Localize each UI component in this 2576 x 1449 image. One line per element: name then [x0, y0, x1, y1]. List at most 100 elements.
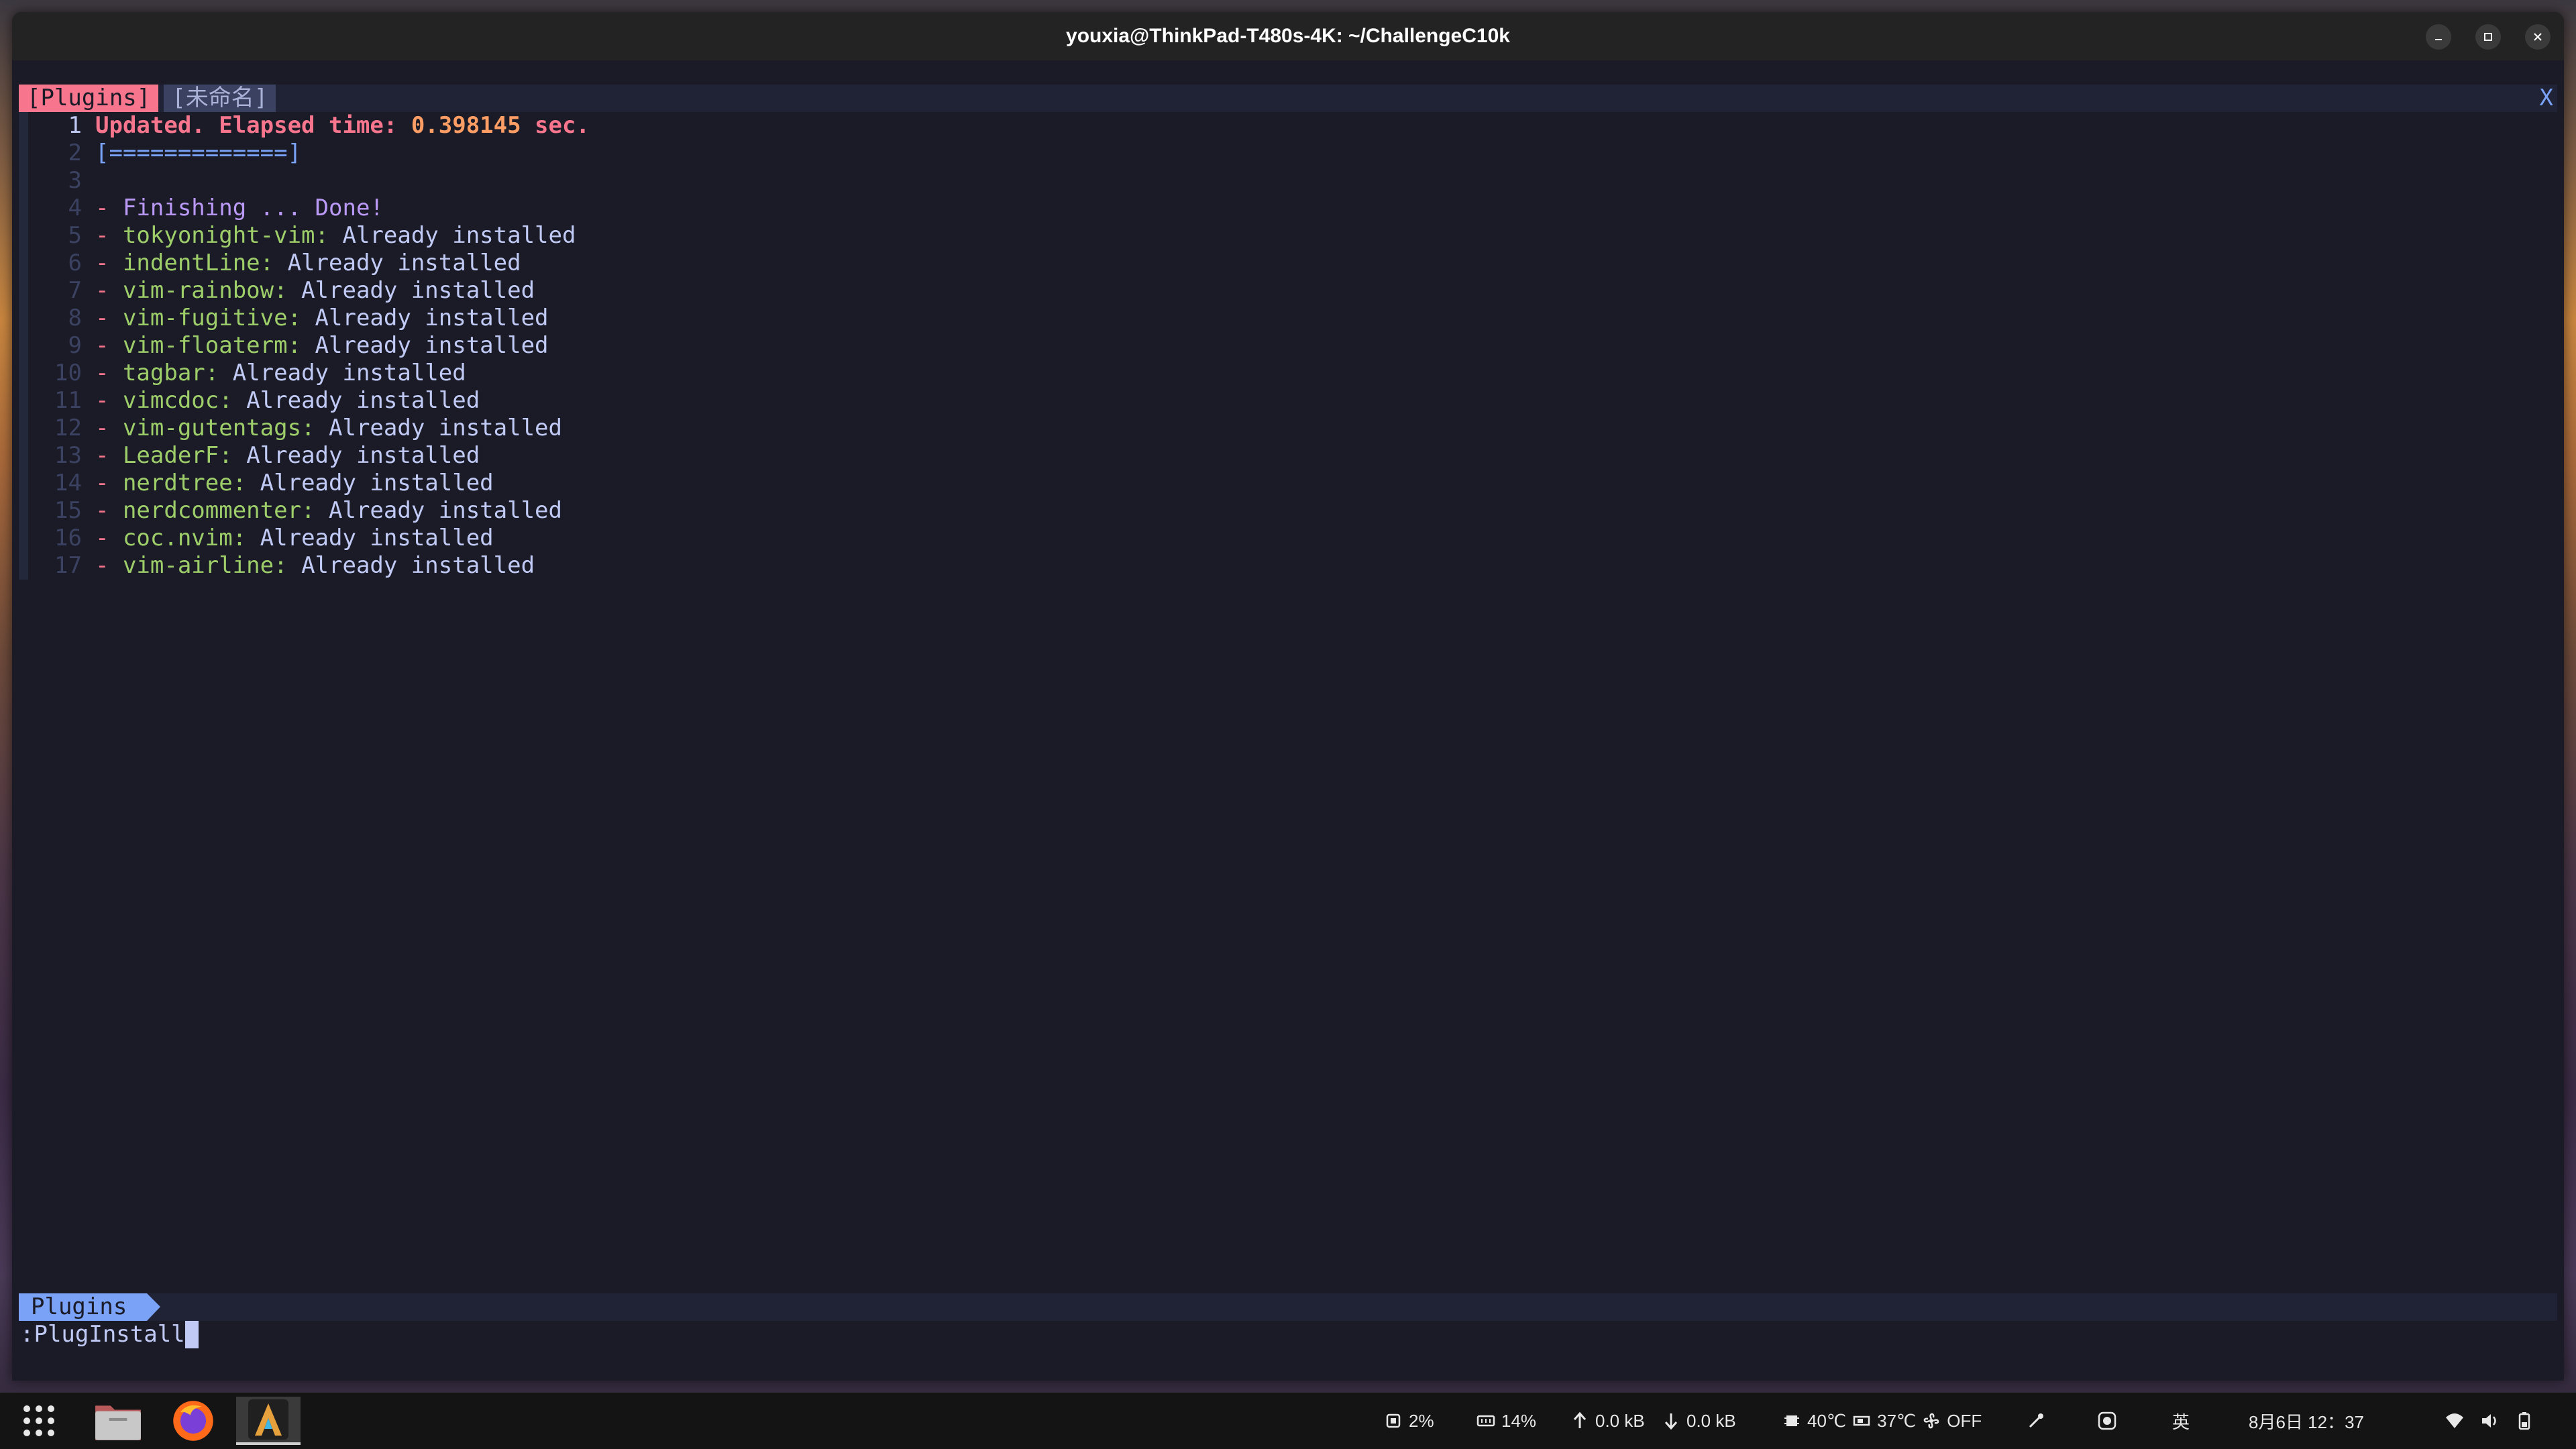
line-text-segment: Already installed	[274, 250, 521, 276]
minimize-button[interactable]	[2426, 24, 2451, 50]
line-text-segment: vim-floaterm:	[122, 332, 302, 359]
buffer-line[interactable]: 1 Updated. Elapsed time: 0.398145 sec.	[19, 112, 2557, 140]
clock[interactable]: 8月6日 12：37	[2249, 1393, 2364, 1449]
fan-icon	[1924, 1413, 1939, 1429]
line-text-segment: -	[95, 442, 123, 469]
line-text-segment: vim-fugitive:	[122, 305, 302, 331]
buffer-line[interactable]: 13- LeaderF: Already installed	[19, 442, 2557, 470]
line-text-segment: nerdtree:	[122, 470, 247, 496]
buffer-line[interactable]: 3	[19, 167, 2557, 195]
buffer-line[interactable]: 6- indentLine: Already installed	[19, 250, 2557, 277]
gpu-temp-value: 37℃	[1877, 1410, 1917, 1431]
firefox-app-button[interactable]	[161, 1397, 225, 1445]
line-text-segment: vim-airline:	[122, 552, 288, 579]
alacritty-app-button[interactable]	[236, 1397, 301, 1445]
tab-unnamed[interactable]: [未命名]	[164, 85, 276, 112]
minimize-icon	[2435, 39, 2442, 40]
battery-icon	[2518, 1412, 2530, 1430]
record-icon	[2098, 1411, 2116, 1430]
line-text-segment: Already installed	[329, 222, 576, 249]
line-text-segment: -	[95, 552, 123, 579]
line-content: - LeaderF: Already installed	[95, 442, 480, 470]
sensors-indicator[interactable]: 40℃ 37℃ OFF	[1782, 1393, 1982, 1449]
line-text-segment: Already installed	[287, 277, 535, 304]
line-number: 5	[68, 222, 82, 249]
fan-status-value: OFF	[1947, 1410, 1982, 1431]
line-text-segment: tokyonight-vim:	[122, 222, 329, 249]
memory-usage-value: 14%	[1501, 1410, 1537, 1431]
tab-plugins[interactable]: [Plugins]	[19, 85, 159, 112]
files-app-button[interactable]	[86, 1397, 150, 1445]
line-number: 17	[54, 552, 82, 579]
vim-command-line[interactable]: :PlugInstall	[20, 1321, 199, 1348]
taskbar: 2% 14% 0.0 kB 0.0 kB 40℃ 37℃ OFF 英 8月6日 …	[0, 1393, 2576, 1449]
line-text-segment: indentLine:	[122, 250, 274, 276]
line-text-segment: -	[95, 387, 123, 414]
line-text-segment: nerdcommenter:	[122, 497, 315, 524]
color-picker-button[interactable]	[2026, 1393, 2046, 1449]
buffer-line[interactable]: 9 - vim-floaterm: Already installed	[19, 332, 2557, 360]
alacritty-icon	[248, 1399, 288, 1440]
buffer-line[interactable]: 14- nerdtree: Already installed	[19, 470, 2557, 497]
input-method-label: 英	[2172, 1411, 2190, 1432]
line-content: - coc.nvim: Already installed	[95, 525, 494, 552]
upload-speed-value: 0.0 kB	[1595, 1410, 1645, 1431]
system-status-area[interactable]	[2445, 1393, 2534, 1449]
line-content: - tagbar: Already installed	[95, 360, 466, 387]
vim-tabline: [Plugins] [未命名] X	[19, 85, 2557, 112]
input-method-indicator[interactable]: 英	[2172, 1393, 2190, 1449]
maximize-button[interactable]	[2475, 24, 2501, 50]
window-titlebar[interactable]: youxia@ThinkPad-T480s-4K: ~/ChallengeC10…	[12, 12, 2564, 60]
line-content: - vim-gutentags: Already installed	[95, 415, 562, 442]
buffer-line[interactable]: 7- vim-rainbow: Already installed	[19, 277, 2557, 305]
vim-editor[interactable]: [Plugins] [未命名] X 1 Updated. Elapsed time…	[12, 60, 2564, 1381]
gpu-temp-icon	[1853, 1415, 1870, 1426]
line-text-segment: Already installed	[232, 442, 480, 469]
line-content: - tokyonight-vim: Already installed	[95, 222, 576, 250]
line-content: - indentLine: Already installed	[95, 250, 521, 277]
line-number: 9	[68, 332, 82, 359]
buffer-line[interactable]: 4- Finishing ... Done!	[19, 195, 2557, 222]
buffer-line[interactable]: 5- tokyonight-vim: Already installed	[19, 222, 2557, 250]
line-text-segment: vim-rainbow:	[122, 277, 288, 304]
line-text-segment: -	[95, 305, 123, 331]
buffer-line[interactable]: 17- vim-airline: Already installed	[19, 552, 2557, 580]
cpu-temp-icon	[1784, 1415, 1799, 1426]
app-grid-button[interactable]	[7, 1397, 71, 1445]
terminal-window[interactable]: youxia@ThinkPad-T480s-4K: ~/ChallengeC10…	[12, 12, 2564, 1381]
buffer-line[interactable]: 10- tagbar: Already installed	[19, 360, 2557, 387]
line-number: 15	[54, 497, 82, 524]
download-speed[interactable]: 0.0 kB	[1661, 1393, 1736, 1449]
maximize-icon	[2484, 33, 2492, 41]
text-cursor	[184, 1321, 199, 1348]
line-text-segment: -	[95, 250, 123, 276]
memory-usage[interactable]: 14%	[1476, 1393, 1536, 1449]
line-number: 8	[68, 305, 82, 331]
line-text-segment: vim-gutentags:	[122, 415, 315, 441]
buffer-line[interactable]: 16 - coc.nvim: Already installed	[19, 525, 2557, 552]
close-icon	[2534, 33, 2542, 41]
upload-arrow-icon	[1573, 1411, 1587, 1428]
buffer-line[interactable]: 12- vim-gutentags: Already installed	[19, 415, 2557, 442]
vim-buffer[interactable]: 1 Updated. Elapsed time: 0.398145 sec. 2 [=…	[19, 112, 2557, 580]
line-content: - nerdcommenter: Already installed	[95, 497, 562, 525]
window-title: youxia@ThinkPad-T480s-4K: ~/ChallengeC10…	[1066, 25, 1510, 47]
line-text-segment: -	[95, 277, 123, 304]
line-content: - vimcdoc: Already installed	[95, 387, 480, 415]
tab-close-button[interactable]: X	[2540, 85, 2553, 112]
line-number: 16	[54, 525, 82, 551]
upload-speed[interactable]: 0.0 kB	[1570, 1393, 1645, 1449]
line-content: - Finishing ... Done!	[95, 195, 384, 222]
line-text-segment: -	[95, 222, 123, 249]
line-text-segment: Already installed	[301, 305, 549, 331]
screen-recorder-button[interactable]	[2097, 1393, 2117, 1449]
line-content: - vim-floaterm: Already installed	[95, 332, 549, 360]
buffer-line[interactable]: 15 - nerdcommenter: Already installed	[19, 497, 2557, 525]
line-text-segment: Already installed	[246, 470, 494, 496]
buffer-line[interactable]: 2 [=============]	[19, 140, 2557, 167]
cpu-usage[interactable]: 2%	[1383, 1393, 1434, 1449]
buffer-line[interactable]: 11- vimcdoc: Already installed	[19, 387, 2557, 415]
line-text-segment: vimcdoc:	[122, 387, 233, 414]
close-button[interactable]	[2525, 24, 2551, 50]
buffer-line[interactable]: 8- vim-fugitive: Already installed	[19, 305, 2557, 332]
